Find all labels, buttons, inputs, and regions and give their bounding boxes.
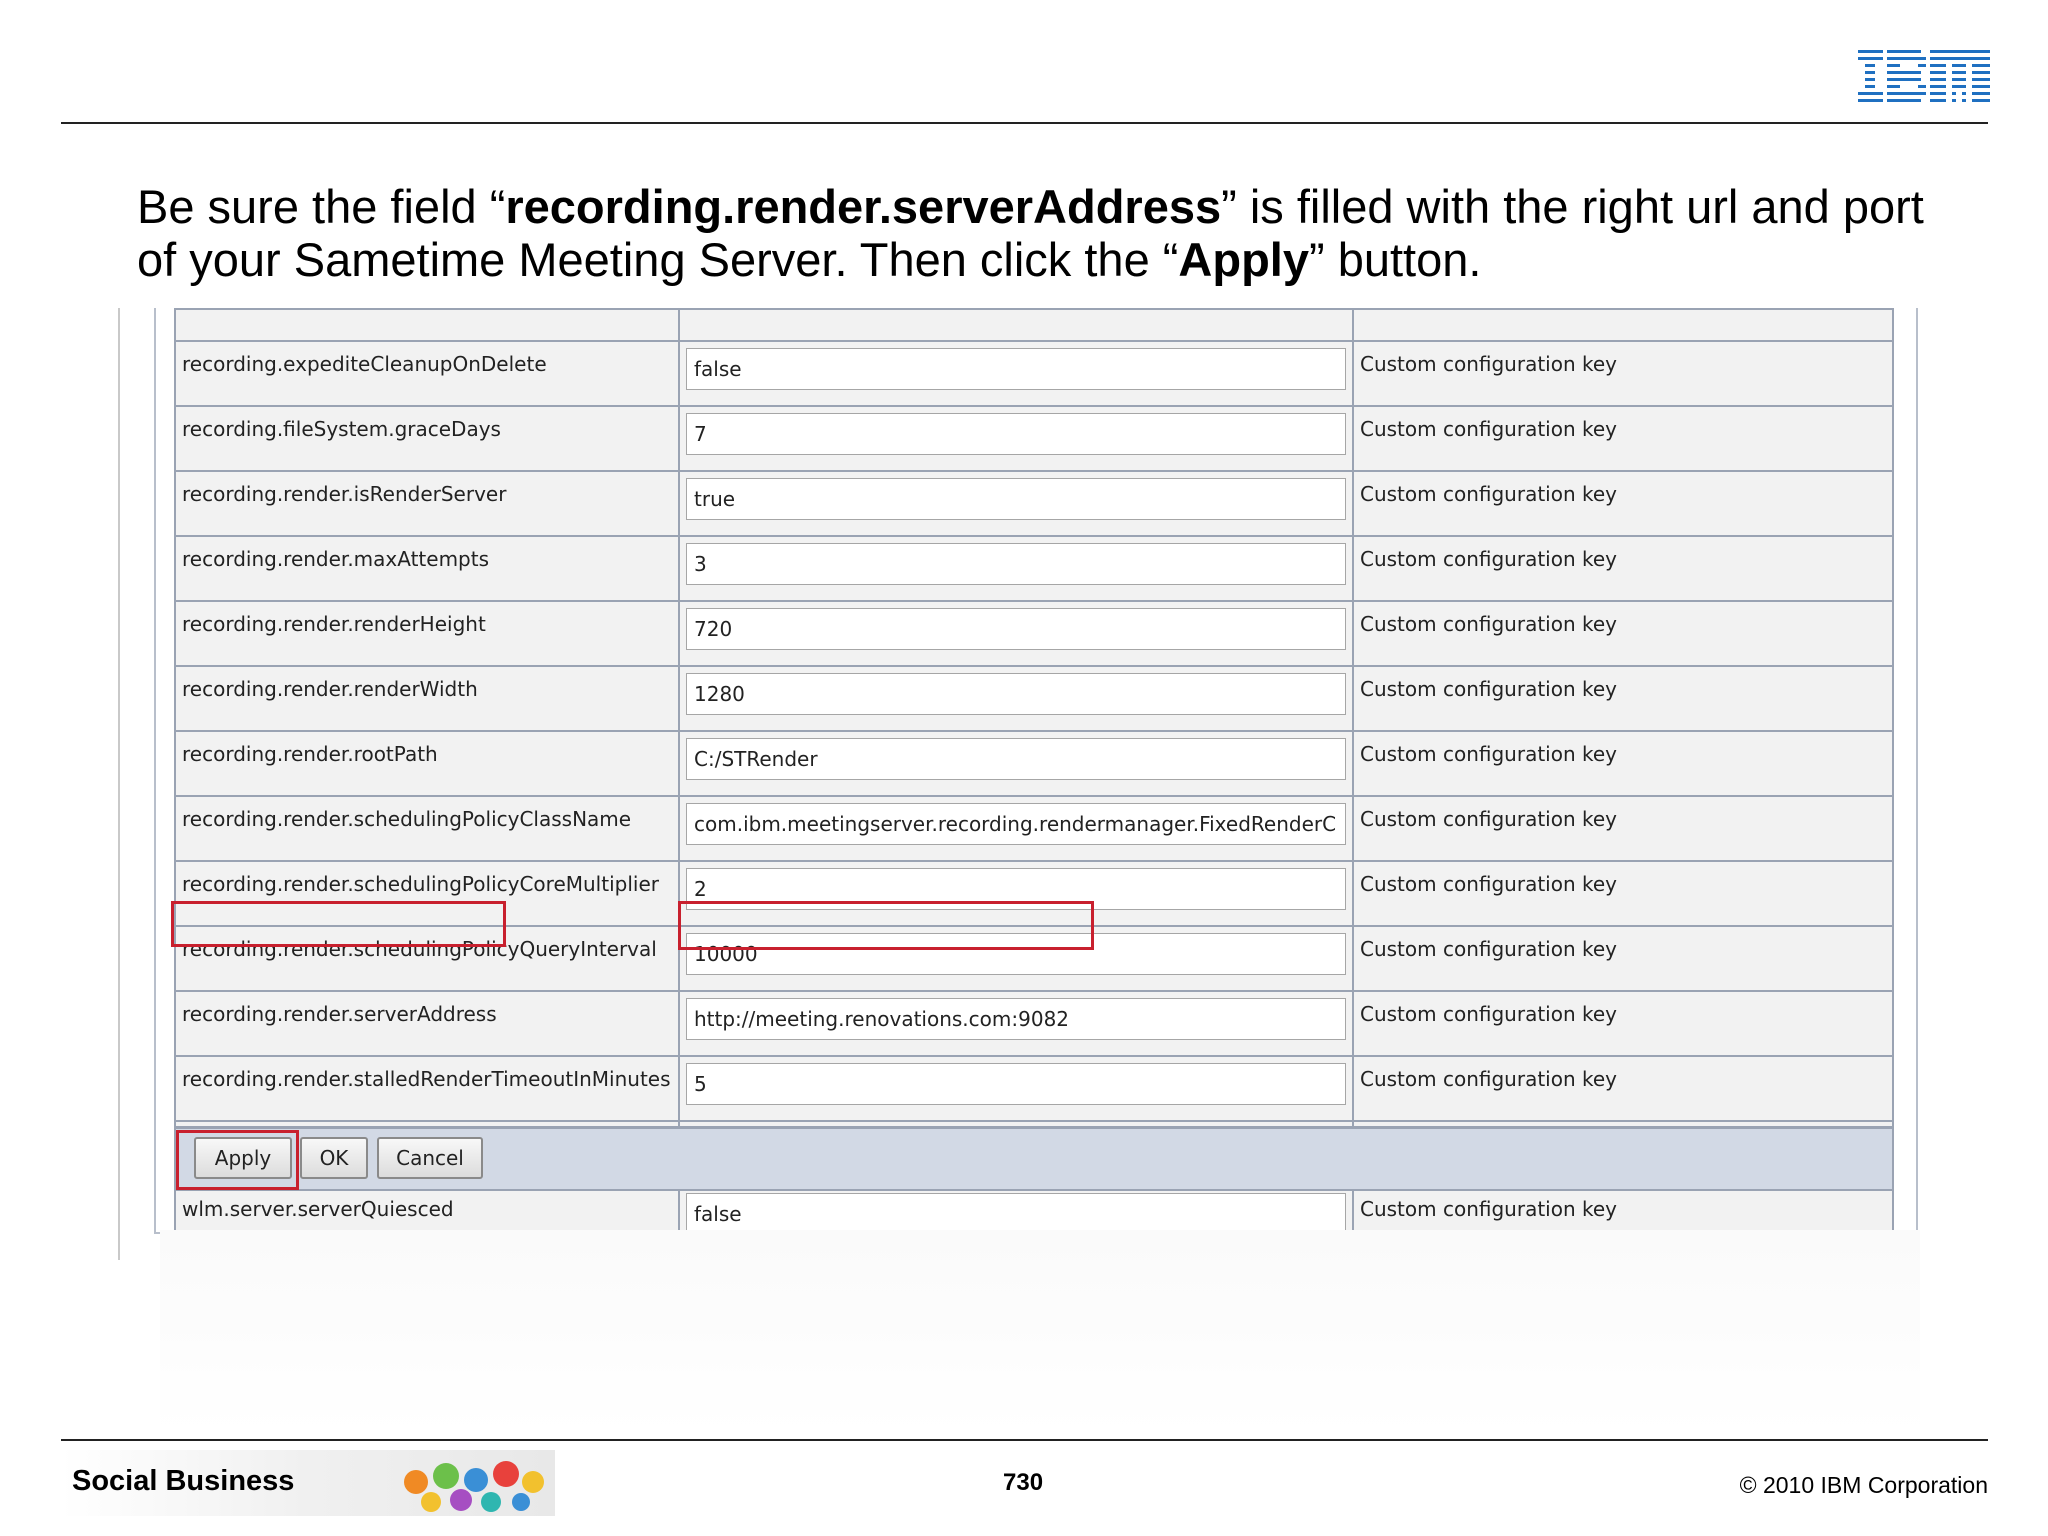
- property-value-field[interactable]: 3: [686, 543, 1346, 585]
- property-value-field[interactable]: 7: [686, 413, 1346, 455]
- property-value-cell: false: [678, 340, 1354, 407]
- property-description: Custom configuration key: [1352, 405, 1894, 472]
- property-description: Custom configuration key: [1352, 990, 1894, 1057]
- instruction-text: Be sure the field “recording.render.serv…: [137, 180, 1924, 286]
- property-description: Custom configuration key: [1352, 925, 1894, 992]
- property-value-cell: C:/STRender: [678, 730, 1354, 797]
- property-value-cell: 7: [678, 405, 1354, 472]
- property-value-cell: 3: [678, 535, 1354, 602]
- table-row: recording.render.serverAddress http://mee…: [174, 990, 1894, 1057]
- property-value-field[interactable]: com.ibm.meetingserver.recording.renderma…: [686, 803, 1346, 845]
- property-name: recording.render.serverAddress: [174, 990, 680, 1057]
- screenshot-bottom-area: [160, 1230, 1920, 1435]
- property-description: Custom configuration key: [1352, 665, 1894, 732]
- property-value-field[interactable]: 720: [686, 608, 1346, 650]
- property-description: Custom configuration key: [1352, 340, 1894, 407]
- property-value-cell: 720: [678, 600, 1354, 667]
- property-value-cell: 5: [678, 1055, 1354, 1122]
- property-value-cell: http://meeting.renovations.com:9082: [678, 990, 1354, 1057]
- property-description: Custom configuration key: [1352, 470, 1894, 537]
- property-name: recording.render.renderWidth: [174, 665, 680, 732]
- property-description: Custom configuration key: [1352, 860, 1894, 927]
- property-value-field[interactable]: false: [686, 1193, 1346, 1235]
- property-description: Custom configuration key: [1352, 600, 1894, 667]
- apply-button-highlight: [176, 1130, 299, 1190]
- cancel-button[interactable]: Cancel: [377, 1137, 483, 1179]
- property-name: recording.fileSystem.graceDays: [174, 405, 680, 472]
- property-name: recording.render.schedulingPolicyClassNa…: [174, 795, 680, 862]
- table-row: recording.render.isRenderServer true Custo…: [174, 470, 1894, 537]
- screenshot-edge: [118, 308, 120, 1260]
- table-row: recording.render.schedulingPolicyClassNa…: [174, 795, 1894, 862]
- property-name: recording.render.stalledRenderTimeoutInM…: [174, 1055, 680, 1122]
- property-description: Custom configuration key: [1352, 795, 1894, 862]
- footer-rule: [61, 1439, 1988, 1441]
- table-row: recording.expediteCleanupOnDelete false Cu…: [174, 340, 1894, 407]
- table-row: recording.fileSystem.graceDays 7 Custom co…: [174, 405, 1894, 472]
- property-value-field[interactable]: 1280: [686, 673, 1346, 715]
- server-address-value-highlight: [678, 901, 1094, 950]
- header-rule: [61, 122, 1988, 124]
- property-name: recording.render.isRenderServer: [174, 470, 680, 537]
- table-row: recording.render.maxAttempts 3 Custom conf…: [174, 535, 1894, 602]
- property-value-field[interactable]: false: [686, 348, 1346, 390]
- server-address-name-highlight: [171, 901, 506, 947]
- property-value-cell: 1280: [678, 665, 1354, 732]
- field-name-emphasis: recording.render.serverAddress: [505, 180, 1222, 233]
- table-row-partial: [174, 308, 1894, 342]
- property-name: recording.expediteCleanupOnDelete: [174, 340, 680, 407]
- property-description: Custom configuration key: [1352, 535, 1894, 602]
- table-row: recording.render.renderWidth 1280 Custom c…: [174, 665, 1894, 732]
- property-value-field[interactable]: true: [686, 478, 1346, 520]
- apply-emphasis: Apply: [1178, 233, 1309, 286]
- property-name: recording.render.maxAttempts: [174, 535, 680, 602]
- property-value-cell: com.ibm.meetingserver.recording.renderma…: [678, 795, 1354, 862]
- page-number: 730: [1003, 1469, 1044, 1496]
- property-description: Custom configuration key: [1352, 730, 1894, 797]
- ok-button[interactable]: OK: [300, 1137, 368, 1179]
- table-row: recording.render.stalledRenderTimeoutInM…: [174, 1055, 1894, 1122]
- property-description: Custom configuration key: [1352, 1055, 1894, 1122]
- custom-properties-table: recording.expediteCleanupOnDelete false Cu…: [174, 308, 1894, 1252]
- property-name: recording.render.renderHeight: [174, 600, 680, 667]
- copyright-text: © 2010 IBM Corporation: [1739, 1472, 1988, 1498]
- table-row: recording.render.rootPath C:/STRender Cust…: [174, 730, 1894, 797]
- social-business-label: Social Business: [72, 1465, 295, 1497]
- property-value-field[interactable]: 5: [686, 1063, 1346, 1105]
- property-value-cell: true: [678, 470, 1354, 537]
- table-row: recording.render.renderHeight 720 Custom c…: [174, 600, 1894, 667]
- property-value-field[interactable]: C:/STRender: [686, 738, 1346, 780]
- property-name: recording.render.rootPath: [174, 730, 680, 797]
- ibm-logo: [1858, 50, 1990, 106]
- property-value-field[interactable]: http://meeting.renovations.com:9082: [686, 998, 1346, 1040]
